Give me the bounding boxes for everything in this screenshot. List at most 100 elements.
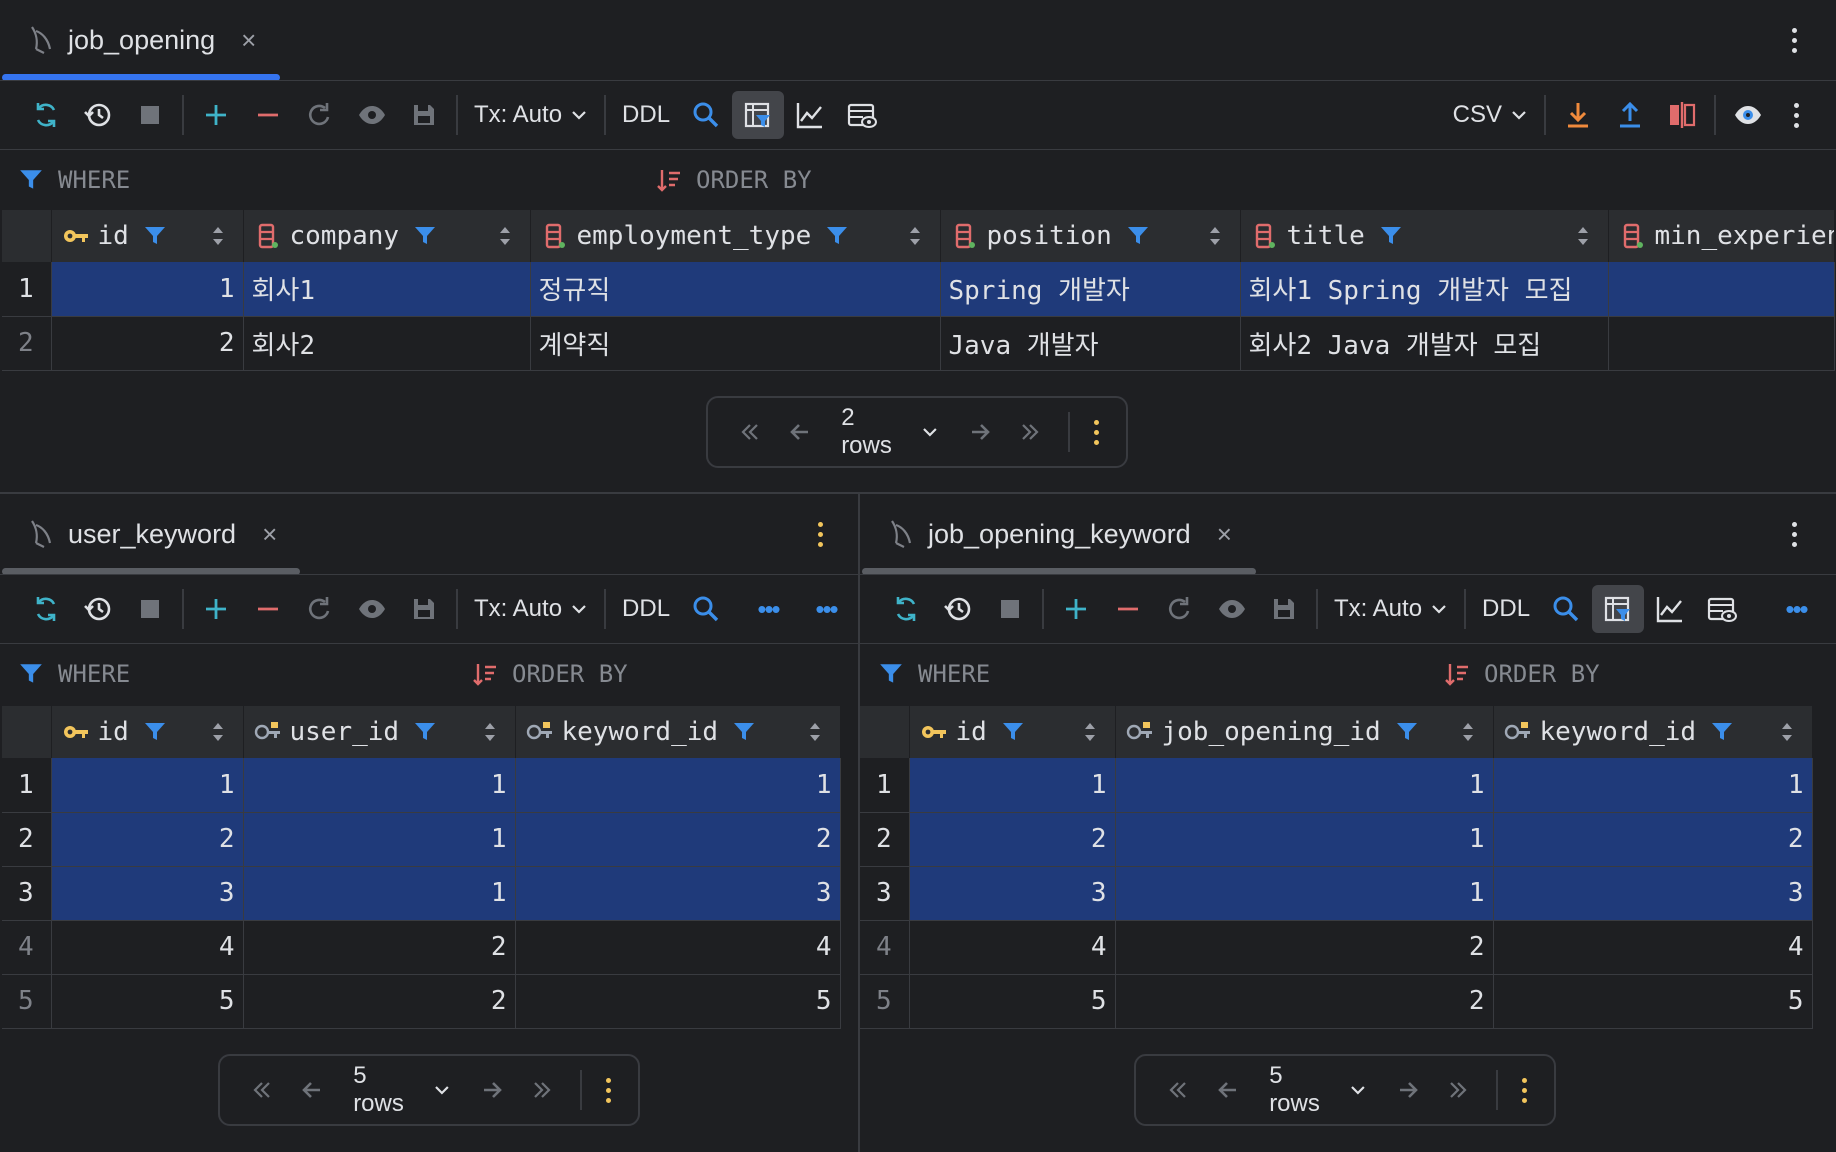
search-button[interactable] [680, 585, 732, 633]
order-by-filter[interactable]: ORDER BY [1444, 660, 1600, 688]
prev-page-button[interactable] [290, 1067, 336, 1113]
close-icon[interactable]: × [262, 519, 277, 550]
delete-row-button[interactable] [242, 585, 294, 633]
table-row[interactable]: 1111 [860, 758, 1813, 813]
cell-company[interactable]: 회사1 [243, 262, 531, 317]
cell-job-opening-id[interactable]: 1 [1115, 812, 1494, 867]
cell-user-id[interactable]: 1 [243, 758, 516, 813]
cell-job-opening-id[interactable]: 2 [1115, 974, 1494, 1029]
cell-position[interactable]: Spring 개발자 [940, 262, 1241, 317]
column-header-title[interactable]: title [1240, 210, 1609, 262]
table-row[interactable]: 3313 [860, 866, 1813, 921]
add-row-button[interactable] [1050, 585, 1102, 633]
stop-button[interactable] [984, 585, 1036, 633]
next-page-button[interactable] [957, 409, 1003, 455]
history-button[interactable] [72, 585, 124, 633]
sort-icon[interactable] [211, 224, 225, 248]
refresh-button[interactable] [880, 585, 932, 633]
more-options-icon[interactable] [1512, 1072, 1536, 1108]
preview-button[interactable] [1206, 585, 1258, 633]
sort-icon[interactable] [1780, 720, 1794, 744]
prev-page-button[interactable] [1206, 1067, 1252, 1113]
cell-id[interactable]: 1 [51, 758, 244, 813]
column-header-user-id[interactable]: user_id [243, 706, 516, 758]
cell-keyword-id[interactable]: 4 [1493, 920, 1813, 975]
last-page-button[interactable] [1009, 409, 1055, 455]
funnel-icon[interactable] [143, 720, 167, 744]
tx-mode-dropdown[interactable]: Tx: Auto [464, 91, 598, 139]
ddl-button[interactable]: DDL [1472, 585, 1540, 633]
export-button[interactable] [1552, 91, 1604, 139]
more-options-icon[interactable] [1084, 414, 1108, 450]
table-row[interactable]: 3313 [2, 866, 841, 921]
close-icon[interactable]: × [1217, 519, 1232, 550]
table-row[interactable]: 1111 [2, 758, 841, 813]
more-actions-button[interactable]: ••• [800, 585, 852, 633]
page-size-dropdown[interactable]: 5 rows [341, 1062, 463, 1118]
last-page-button[interactable] [1437, 1067, 1483, 1113]
filter-view-button[interactable] [732, 91, 785, 139]
delete-row-button[interactable] [242, 91, 294, 139]
table-row[interactable]: 1 1 회사1 정규직 Spring 개발자 회사1 Spring 개발자 모집 [2, 262, 1835, 317]
cell-keyword-id[interactable]: 4 [515, 920, 841, 975]
cell-keyword-id[interactable]: 1 [515, 758, 841, 813]
cell-job-opening-id[interactable]: 1 [1115, 866, 1494, 921]
tab-job-opening[interactable]: job_opening × [0, 0, 256, 80]
sort-icon[interactable] [1576, 224, 1590, 248]
table-row[interactable]: 2212 [860, 812, 1813, 867]
cell-id[interactable]: 3 [909, 866, 1116, 921]
cell-position[interactable]: Java 개발자 [940, 316, 1241, 371]
more-options-icon[interactable] [1782, 22, 1806, 58]
ddl-button[interactable]: DDL [612, 91, 680, 139]
column-header-position[interactable]: position [940, 210, 1241, 262]
export-format-dropdown[interactable]: CSV [1443, 91, 1538, 139]
view-mode-button[interactable] [1696, 585, 1748, 633]
cell-employment-type[interactable]: 계약직 [530, 316, 941, 371]
cell-keyword-id[interactable]: 2 [1493, 812, 1813, 867]
column-header-id[interactable]: id [51, 210, 244, 262]
funnel-icon[interactable] [1001, 720, 1025, 744]
page-size-dropdown[interactable]: 2 rows [829, 404, 951, 460]
column-header-keyword-id[interactable]: keyword_id [1493, 706, 1813, 758]
stop-button[interactable] [124, 585, 176, 633]
first-page-button[interactable] [238, 1067, 284, 1113]
view-settings-button[interactable] [1722, 91, 1774, 139]
more-options-icon[interactable] [596, 1072, 620, 1108]
column-header-job-opening-id[interactable]: job_opening_id [1115, 706, 1494, 758]
funnel-icon[interactable] [1379, 224, 1403, 248]
cell-id[interactable]: 4 [909, 920, 1116, 975]
where-filter[interactable]: WHERE [878, 660, 990, 688]
table-row[interactable]: 4424 [2, 920, 841, 975]
column-header-min-experience[interactable]: min_experien [1608, 210, 1835, 262]
revert-button[interactable] [1154, 585, 1206, 633]
more-actions-button[interactable]: ••• [1770, 585, 1822, 633]
cell-keyword-id[interactable]: 1 [1493, 758, 1813, 813]
table-row[interactable]: 2212 [2, 812, 841, 867]
compare-button[interactable] [1656, 91, 1708, 139]
table-row[interactable]: 5525 [2, 974, 841, 1029]
funnel-icon[interactable] [413, 224, 437, 248]
funnel-icon[interactable] [1710, 720, 1734, 744]
where-filter[interactable]: WHERE [18, 166, 130, 194]
sort-icon[interactable] [1083, 720, 1097, 744]
refresh-button[interactable] [20, 585, 72, 633]
view-mode-button[interactable] [836, 91, 888, 139]
cell-keyword-id[interactable]: 3 [515, 866, 841, 921]
overflow-menu-button[interactable]: ••• [736, 585, 800, 633]
filter-view-button[interactable] [1592, 585, 1645, 633]
tx-mode-dropdown[interactable]: Tx: Auto [464, 585, 598, 633]
cell-user-id[interactable]: 2 [243, 974, 516, 1029]
sort-icon[interactable] [483, 720, 497, 744]
table-row[interactable]: 4424 [860, 920, 1813, 975]
cell-employment-type[interactable]: 정규직 [530, 262, 941, 317]
close-icon[interactable]: × [241, 25, 256, 56]
column-header-company[interactable]: company [243, 210, 531, 262]
sort-icon[interactable] [498, 224, 512, 248]
cell-keyword-id[interactable]: 2 [515, 812, 841, 867]
cell-user-id[interactable]: 1 [243, 866, 516, 921]
submit-button[interactable] [1258, 585, 1310, 633]
stop-button[interactable] [124, 91, 176, 139]
cell-job-opening-id[interactable]: 2 [1115, 920, 1494, 975]
more-options-icon[interactable] [1784, 97, 1808, 133]
table-row[interactable]: 5525 [860, 974, 1813, 1029]
